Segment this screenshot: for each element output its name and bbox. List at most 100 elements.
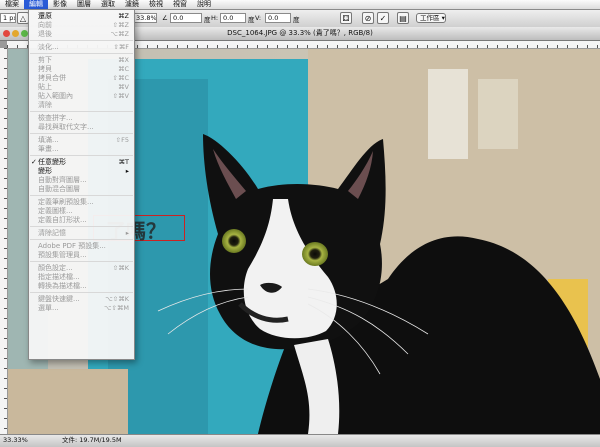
menu-7[interactable]: 視窗 [168, 0, 192, 9]
menu-separator [30, 226, 133, 227]
menu-4[interactable]: 選取 [96, 0, 120, 9]
edit-menu-item-label: 尋找與取代文字... [38, 123, 94, 131]
unit-label: 度 [204, 16, 211, 24]
edit-menu-item: 筆畫... [29, 145, 134, 154]
edit-menu-item-shortcut: ⇧F5 [115, 136, 129, 144]
edit-menu-item: 定義自訂形狀... [29, 216, 134, 225]
menu-1[interactable]: 編輯 [24, 0, 48, 9]
edit-menu-item: 貼入範圍內 ⇧⌘V [29, 92, 134, 101]
edit-menu-item-shortcut: ⌥⌘Z [110, 30, 129, 38]
v-label: V: [255, 14, 262, 22]
edit-menu: 還原 ⌘Z 向前 ⇧⌘Z 退後 ⌥⌘Z 淡化... ⇧⌘F 剪下 ⌘X 拷貝 ⌘C 拷貝合併 ⇧⌘C 貼上 ⌘… [28, 9, 135, 360]
edit-menu-item: 轉換為描述檔... [29, 282, 134, 291]
edit-menu-item: 檢查拼字... [29, 114, 134, 123]
edit-menu-item-shortcut: ⌥⇧⌘M [103, 304, 129, 312]
workspace-button[interactable]: 工作區 ▾ [416, 13, 446, 23]
edit-menu-item-label: 檢查拼字... [38, 114, 73, 122]
menu-6[interactable]: 檢視 [144, 0, 168, 9]
menu-separator [30, 40, 133, 41]
menu-separator [30, 53, 133, 54]
menu-2[interactable]: 影像 [48, 0, 72, 9]
close-icon[interactable] [3, 30, 10, 37]
edit-menu-item: 拷貝 ⌘C [29, 65, 134, 74]
edit-menu-item: 預設集管理員... [29, 251, 134, 260]
edit-menu-item-label: 定義自訂形狀... [38, 216, 87, 224]
vertical-ruler[interactable] [0, 48, 8, 434]
edit-menu-item: Adobe PDF 預設集... [29, 242, 134, 251]
menu-8[interactable]: 說明 [192, 0, 216, 9]
edit-menu-item-label: 自動混合圖層 [38, 185, 80, 193]
h-field[interactable]: 0.0 [220, 13, 246, 23]
edit-menu-item-label: 向前 [38, 21, 52, 29]
edit-menu-item-shortcut: ⇧⌘F [113, 43, 129, 51]
document-size[interactable]: 文件: 19.7M/19.5M [62, 435, 122, 446]
edit-menu-item[interactable]: 還原 ⌘Z [29, 12, 134, 21]
edit-menu-item-label: 拷貝 [38, 65, 52, 73]
status-zoom[interactable]: 33.33% [3, 435, 28, 446]
cancel-icon[interactable]: ⊘ [362, 12, 374, 24]
warp-icon[interactable]: ⚃ [340, 12, 352, 24]
edit-menu-item-label: 定義圖樣... [38, 207, 73, 215]
edit-menu-item: 尋找與取代文字... [29, 123, 134, 132]
size-field[interactable]: 1 px [0, 13, 16, 23]
edit-menu-item: 貼上 ⌘V [29, 83, 134, 92]
edit-menu-item-shortcut: ⌘V [118, 83, 129, 91]
edit-menu-item-label: 預設集管理員... [38, 251, 87, 259]
edit-menu-item-label: 貼入範圍內 [38, 92, 73, 100]
edit-menu-item-label: 貼上 [38, 83, 52, 91]
edit-menu-item: 退後 ⌥⌘Z [29, 30, 134, 39]
edit-menu-item-shortcut: ⇧⌘K [112, 264, 129, 272]
edit-menu-item-label: 拷貝合併 [38, 74, 66, 82]
edit-menu-item-label: 清除 [38, 101, 52, 109]
x-field[interactable]: 0.0 [170, 13, 202, 23]
edit-menu-item-label: 淡化... [38, 43, 59, 51]
zoom-field[interactable]: 33.8% [133, 13, 157, 23]
menu-3[interactable]: 圖層 [72, 0, 96, 9]
h-label: H: [211, 14, 219, 22]
edit-menu-item: 顏色設定... ⇧⌘K [29, 264, 134, 273]
edit-menu-item-label: 清除記憶 [38, 229, 66, 237]
menu-separator [30, 195, 133, 196]
edit-menu-item-label: 定義筆刷預設集... [38, 198, 94, 206]
edit-menu-item-label: Adobe PDF 預設集... [38, 242, 106, 250]
edit-menu-item-shortcut: ⇧⌘Z [112, 21, 129, 29]
edit-menu-item-label: 轉換為描述檔... [38, 282, 87, 290]
commit-check-icon[interactable]: ✓ [377, 12, 389, 24]
menu-separator [30, 111, 133, 112]
edit-menu-item-label: 變形 [38, 167, 52, 175]
menu-5[interactable]: 濾鏡 [120, 0, 144, 9]
menu-separator [30, 155, 133, 156]
edit-menu-item-shortcut: ⌘Z [118, 12, 129, 20]
menu-0[interactable]: 檔案 [0, 0, 24, 9]
status-bar: 33.33% 文件: 19.7M/19.5M [0, 434, 600, 447]
workspace-label: 工作區 [420, 14, 440, 22]
minimize-icon[interactable] [12, 30, 19, 37]
edit-menu-item-label: 自動對齊圖層... [38, 176, 87, 184]
menu-separator [30, 239, 133, 240]
edit-menu-item-label: 任意變形 [38, 158, 66, 166]
edit-menu-item: 向前 ⇧⌘Z [29, 21, 134, 30]
edit-menu-item: 自動對齊圖層... [29, 176, 134, 185]
edit-menu-item: 清除 [29, 101, 134, 110]
edit-menu-item[interactable]: 變形 ▸ [29, 167, 134, 176]
menu-separator [30, 133, 133, 134]
edit-menu-item-shortcut: ⇧⌘C [112, 74, 130, 82]
edit-menu-item-label: 填滿... [38, 136, 59, 144]
edit-menu-item[interactable]: ✓ 任意變形 ⌘T [29, 158, 134, 167]
edit-menu-item: 淡化... ⇧⌘F [29, 43, 134, 52]
edit-menu-item-shortcut: ⌥⇧⌘K [105, 295, 129, 303]
edit-menu-item: 鍵盤快速鍵... ⌥⇧⌘K [29, 295, 134, 304]
edit-menu-item-shortcut: ⌘T [118, 158, 129, 166]
edit-menu-item-label: 顏色設定... [38, 264, 73, 272]
edit-menu-item: 填滿... ⇧F5 [29, 136, 134, 145]
edit-menu-item-label: 鍵盤快速鍵... [38, 295, 80, 303]
edit-menu-item: 定義圖樣... [29, 207, 134, 216]
edit-menu-item-label: 筆畫... [38, 145, 59, 153]
zoom-icon[interactable] [21, 30, 28, 37]
edit-menu-item: 選單... ⌥⇧⌘M [29, 304, 134, 313]
v-field[interactable]: 0.0 [265, 13, 291, 23]
document-title: DSC_1064.JPG @ 33.3% (貴了嗎？, RGB/8) [227, 29, 373, 37]
edit-menu-item-shortcut: ▸ [125, 229, 129, 237]
angle-icon: ∠ [162, 14, 168, 22]
palette-icon[interactable]: ▤ [397, 12, 409, 24]
